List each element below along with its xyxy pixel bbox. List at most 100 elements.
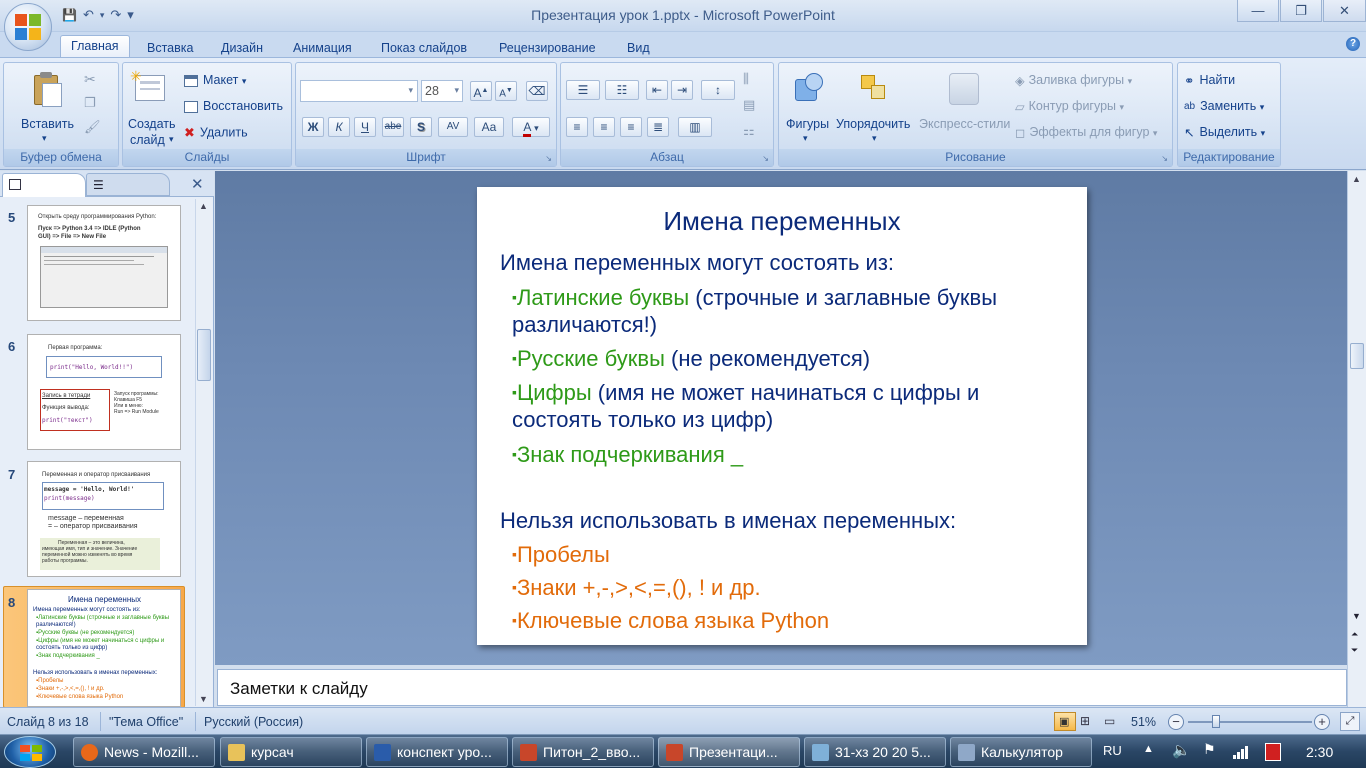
new-slide-dropdown-icon[interactable]: ▾ [169, 134, 174, 145]
quick-styles-icon[interactable] [949, 73, 979, 105]
paste-icon[interactable] [32, 71, 64, 109]
close-button[interactable]: ✕ [1323, 0, 1366, 22]
zoom-in-icon[interactable]: + [1314, 714, 1330, 730]
shrink-font-button[interactable]: A▼ [495, 81, 517, 101]
language-status[interactable]: Русский (Россия) [204, 715, 303, 729]
char-spacing-button[interactable]: AV [438, 117, 468, 137]
bullet-latin[interactable]: ▪Латинские буквы (строчные и заглавные б… [512, 283, 997, 312]
bullet-russian[interactable]: ▪Русские буквы (не рекомендуется) [512, 344, 870, 373]
line-spacing-icon[interactable]: ↕ [701, 80, 735, 100]
bullet-signs[interactable]: ▪Знаки +,-,>,<,=,(), ! и др. [512, 573, 761, 602]
close-pane-icon[interactable]: ✕ [191, 175, 204, 193]
shape-fill-button[interactable]: ◈ Заливка фигуры ▾ [1015, 73, 1132, 88]
shadow-button[interactable]: S [410, 117, 432, 137]
reset-button[interactable]: Восстановить [184, 99, 283, 113]
fit-slide-icon[interactable]: ⤢ [1340, 712, 1360, 731]
battery-icon[interactable] [1265, 743, 1281, 761]
bullets-icon[interactable]: ☰ [566, 80, 600, 100]
smartart-icon[interactable]: ⚏ [743, 123, 755, 139]
numbering-icon[interactable]: ☷ [605, 80, 639, 100]
align-center-icon[interactable]: ≡ [593, 117, 615, 137]
slide-sorter-icon[interactable]: ⊞ [1080, 714, 1090, 728]
text-direction-icon[interactable]: ⫼ [743, 71, 749, 87]
delete-button[interactable]: ✖ Удалить [184, 125, 248, 141]
previous-slide-icon[interactable]: ⏶ [1351, 629, 1358, 640]
slide-heading-1[interactable]: Имена переменных могут состоять из: [500, 249, 894, 277]
scroll-down-icon[interactable]: ▼ [199, 694, 208, 704]
clear-format-icon[interactable]: ⌫ [526, 81, 548, 101]
bullet-keywords[interactable]: ▪Ключевые слова языка Python [512, 606, 829, 635]
replace-button[interactable]: ab Заменить ▾ [1184, 99, 1264, 113]
paragraph-dialog-icon[interactable]: ↘ [762, 154, 769, 163]
tab-slides-view[interactable] [2, 173, 86, 197]
zoom-level[interactable]: 51% [1131, 715, 1156, 729]
new-slide-label[interactable]: Создать [128, 117, 176, 131]
arrange-icon[interactable] [859, 73, 891, 107]
arrange-button[interactable]: Упорядочить [836, 117, 910, 131]
tab-design[interactable]: Дизайн [211, 38, 273, 58]
zoom-slider-thumb[interactable] [1212, 715, 1220, 728]
slide-canvas[interactable]: Имена переменных Имена переменных могут … [477, 187, 1087, 645]
italic-button[interactable]: К [328, 117, 350, 137]
taskbar-item-folder[interactable]: курсач [220, 737, 362, 767]
tray-expand-icon[interactable]: ▲ [1143, 743, 1154, 755]
scroll-up-icon[interactable]: ▲ [199, 201, 208, 211]
quick-styles-button[interactable]: Экспресс-стили [919, 117, 1010, 131]
pane-scrollbar[interactable]: ▲ ▼ [195, 199, 212, 706]
zoom-slider-track[interactable] [1188, 721, 1312, 723]
taskbar-item-ppt-2[interactable]: Презентаци... [658, 737, 800, 767]
select-button[interactable]: ↖ Выделить ▾ [1184, 125, 1265, 140]
bullet-digits[interactable]: ▪Цифры (имя не может начинаться с цифры … [512, 378, 979, 407]
main-scroll-thumb[interactable] [1350, 343, 1364, 369]
font-size-combo[interactable]: 28 ▾ [421, 80, 463, 102]
shape-effects-button[interactable]: ◻ Эффекты для фигур ▾ [1015, 125, 1157, 140]
volume-icon[interactable]: 🔈 [1172, 741, 1191, 759]
find-button[interactable]: ⚭ Найти [1184, 73, 1235, 88]
bullet-digits-line2[interactable]: состоять только из цифр) [512, 406, 773, 434]
font-dialog-icon[interactable]: ↘ [545, 154, 552, 163]
next-slide-icon[interactable]: ⏷ [1351, 645, 1358, 656]
normal-view-button[interactable]: ▣ [1054, 712, 1076, 731]
tab-view[interactable]: Вид [617, 38, 660, 58]
shapes-icon[interactable] [795, 73, 825, 107]
scroll-up-icon[interactable]: ▲ [1352, 174, 1361, 184]
font-color-button[interactable]: A ▾ [512, 117, 550, 137]
layout-button[interactable]: Макет ▾ [184, 73, 246, 87]
tab-insert[interactable]: Вставка [137, 38, 203, 58]
zoom-out-icon[interactable]: − [1168, 714, 1184, 730]
scroll-down-icon[interactable]: ▼ [1352, 611, 1361, 621]
action-center-flag-icon[interactable]: ⚑ [1203, 741, 1216, 758]
tab-outline-view[interactable]: ☰ [86, 173, 170, 196]
new-slide-icon[interactable]: ✳ [130, 69, 165, 101]
bullet-spaces[interactable]: ▪Пробелы [512, 540, 610, 569]
copy-icon[interactable]: ❐ [84, 95, 96, 111]
taskbar-item-word[interactable]: конспект уро... [366, 737, 508, 767]
slide-thumbnail-6[interactable]: Первая программа: print("Hello, World!!"… [27, 334, 181, 450]
main-scrollbar[interactable]: ▲ ▼ ⏶ ⏷ [1347, 171, 1366, 707]
tab-animation[interactable]: Анимация [283, 38, 362, 58]
slide-thumbnail-8[interactable]: Имена переменных Имена переменных могут … [27, 589, 181, 707]
paste-button[interactable]: Вставить [21, 117, 74, 131]
tab-slideshow[interactable]: Показ слайдов [371, 38, 477, 58]
tab-home[interactable]: Главная [60, 35, 130, 59]
bullet-latin-line2[interactable]: различаются!) [512, 311, 657, 339]
start-button[interactable] [4, 736, 56, 768]
shape-outline-button[interactable]: ▱ Контур фигуры ▾ [1015, 99, 1124, 114]
decrease-indent-icon[interactable]: ⇤ [646, 80, 668, 100]
bold-button[interactable]: Ж [302, 117, 324, 137]
font-name-combo[interactable]: ▾ [300, 80, 418, 102]
align-right-icon[interactable]: ≡ [620, 117, 642, 137]
format-painter-icon[interactable]: 🖌 [84, 119, 101, 135]
align-left-icon[interactable]: ≡ [566, 117, 588, 137]
bullet-underscore[interactable]: ▪Знак подчеркивания _ [512, 440, 743, 469]
slide-title[interactable]: Имена переменных [477, 205, 1087, 237]
notes-pane[interactable]: Заметки к слайду [217, 669, 1347, 706]
taskbar-item-firefox[interactable]: News - Mozill... [73, 737, 215, 767]
taskbar-item-calculator[interactable]: Калькулятор [950, 737, 1092, 767]
network-icon[interactable] [1233, 745, 1249, 759]
increase-indent-icon[interactable]: ⇥ [671, 80, 693, 100]
maximize-button[interactable]: ❐ [1280, 0, 1322, 22]
columns-icon[interactable]: ▥ [678, 117, 712, 137]
input-language[interactable]: RU [1103, 743, 1122, 758]
grow-font-button[interactable]: A▲ [470, 81, 492, 101]
